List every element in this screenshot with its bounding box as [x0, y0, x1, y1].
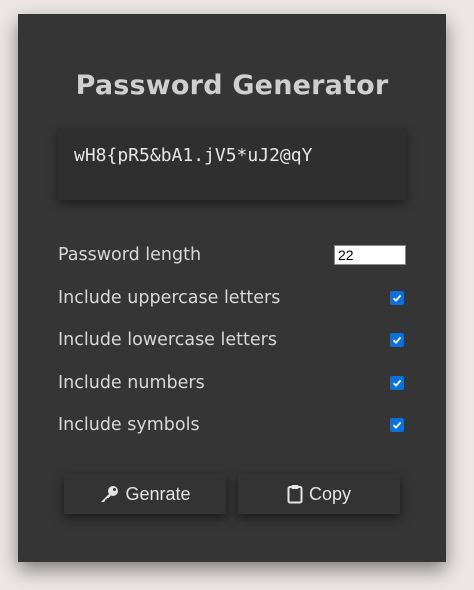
uppercase-checkbox[interactable] [390, 291, 404, 305]
symbols-checkbox[interactable] [390, 418, 404, 432]
setting-lowercase: Include lowercase letters [58, 327, 406, 353]
password-length-input[interactable] [334, 245, 406, 265]
generate-button-label: Genrate [125, 483, 191, 504]
setting-uppercase: Include uppercase letters [58, 285, 406, 311]
password-generator-card: Password Generator wH8{pR5&bA1.jV5*uJ2@q… [18, 14, 446, 562]
clipboard-icon [287, 484, 303, 504]
numbers-checkbox[interactable] [390, 376, 404, 390]
copy-button[interactable]: Copy [238, 474, 400, 514]
symbols-label: Include symbols [58, 415, 200, 435]
password-length-label: Password length [58, 245, 202, 265]
generate-button[interactable]: Genrate [64, 474, 226, 514]
uppercase-label: Include uppercase letters [58, 288, 281, 308]
key-icon [99, 485, 119, 503]
copy-button-label: Copy [308, 483, 352, 504]
setting-symbols: Include symbols [58, 412, 406, 438]
page-title: Password Generator [75, 70, 389, 101]
password-result[interactable]: wH8{pR5&bA1.jV5*uJ2@qY [58, 128, 406, 200]
numbers-label: Include numbers [58, 373, 205, 393]
lowercase-checkbox[interactable] [390, 333, 404, 347]
lowercase-label: Include lowercase letters [58, 330, 277, 350]
setting-password-length: Password length [58, 242, 406, 268]
setting-numbers: Include numbers [58, 370, 406, 396]
